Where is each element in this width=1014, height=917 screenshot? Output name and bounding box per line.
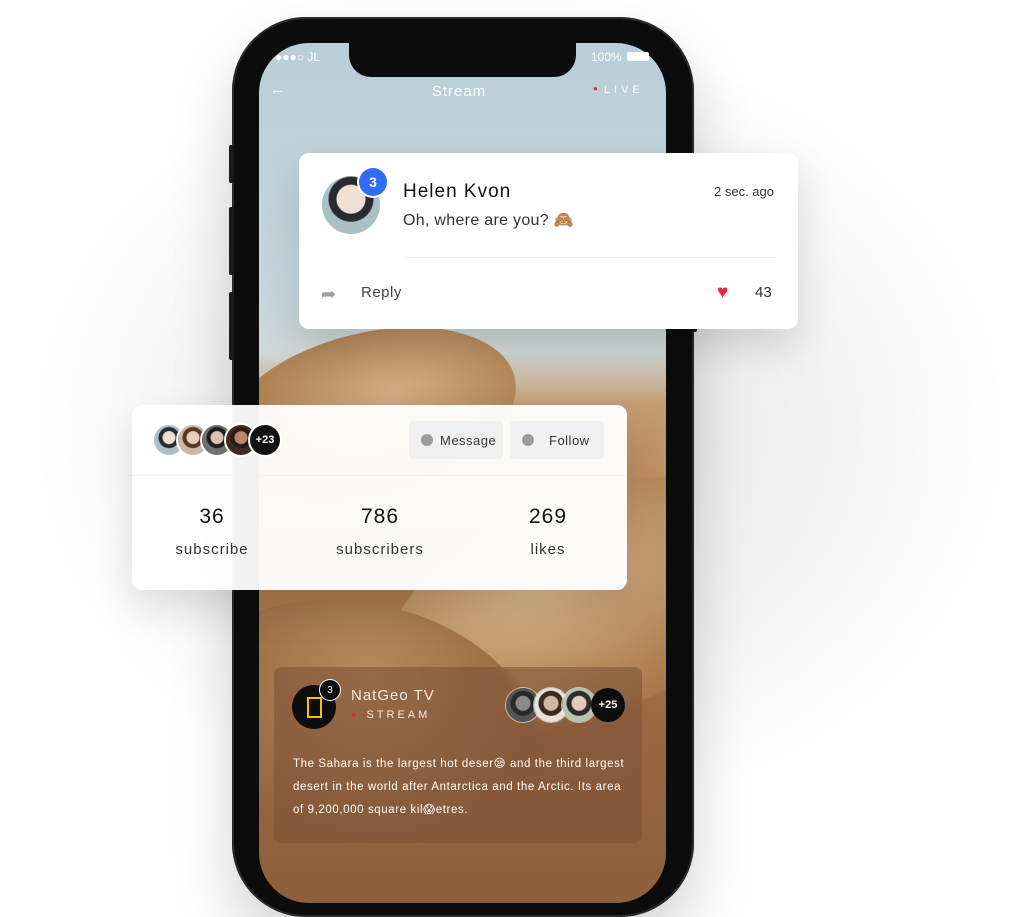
comment-author[interactable]: Helen Kvon	[403, 181, 511, 203]
stat-value: 786	[360, 505, 400, 528]
chat-bubble-icon	[421, 434, 433, 446]
volume-down-button	[229, 292, 234, 360]
channel-description: The Sahara is the largest hot deser😪 and…	[293, 758, 625, 816]
battery-icon	[627, 52, 649, 61]
phone-notch	[349, 43, 576, 77]
stat-subscribe: 36 subscribe	[137, 505, 287, 558]
live-dot-icon: ●	[593, 84, 598, 93]
natgeo-logo-icon	[307, 697, 322, 718]
stat-label: subscribers	[336, 541, 424, 558]
message-button[interactable]: Message	[409, 421, 503, 459]
page-title: Stream	[431, 83, 487, 100]
stats-header: +23 Message Follow	[132, 405, 627, 476]
comment-time: 2 sec. ago	[714, 184, 774, 199]
profile-stats-card: +23 Message Follow 36 subscribe 786 subs…	[132, 405, 627, 590]
stat-label: subscribe	[175, 541, 249, 558]
heart-icon[interactable]: ♥	[717, 282, 728, 304]
signal-icon: ●●●○ JL	[275, 50, 321, 64]
more-followers-badge[interactable]: +23	[250, 425, 280, 455]
notification-badge: 3	[359, 168, 387, 196]
comment-text: Oh, where are you? 🙈	[403, 212, 574, 229]
more-viewers-badge[interactable]: +25	[591, 688, 625, 722]
follow-button[interactable]: Follow	[510, 421, 604, 459]
channel-status: ● STREAM	[351, 709, 430, 721]
battery-label: 100%	[591, 50, 622, 64]
reply-icon[interactable]: ➦	[321, 284, 336, 305]
stat-subscribers: 786 subscribers	[305, 505, 455, 558]
reply-button[interactable]: Reply	[361, 284, 402, 301]
channel-name[interactable]: NatGeo TV	[351, 687, 435, 704]
arrow-left-icon[interactable]: ←	[270, 81, 285, 98]
carrier-label: JL	[307, 50, 321, 64]
channel-card[interactable]: 3 NatGeo TV ● STREAM +25 The Sahara is th…	[274, 667, 642, 843]
channel-status-label: STREAM	[366, 709, 431, 721]
message-label: Message	[440, 432, 497, 448]
stat-value: 36	[199, 505, 225, 528]
follow-label: Follow	[549, 432, 590, 448]
mute-switch	[229, 145, 234, 183]
stat-value: 269	[528, 505, 568, 528]
volume-up-button	[229, 207, 234, 275]
comment-card[interactable]: 3 Helen Kvon 2 sec. ago Oh, where are yo…	[299, 153, 798, 329]
check-circle-icon	[522, 434, 534, 446]
live-indicator: ● LIVE	[593, 84, 644, 96]
live-label: LIVE	[603, 84, 644, 96]
live-dot-icon: ●	[351, 710, 357, 720]
channel-badge: 3	[320, 680, 340, 700]
stat-label: likes	[530, 541, 566, 558]
like-count: 43	[755, 284, 772, 301]
divider	[403, 257, 774, 258]
stat-likes: 269 likes	[473, 505, 623, 558]
